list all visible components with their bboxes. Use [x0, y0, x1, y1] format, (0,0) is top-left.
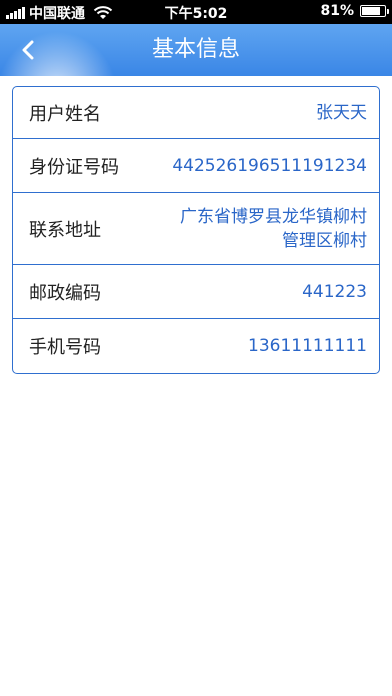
address-value: 广东省博罗县龙华镇柳村 管理区柳村 — [180, 205, 367, 253]
status-right: 81% — [320, 3, 389, 19]
info-row-id-number: 身份证号码 442526196511191234 — [13, 139, 379, 193]
info-row-postcode: 邮政编码 441223 — [13, 265, 379, 319]
id-number-value: 442526196511191234 — [172, 155, 367, 176]
address-label: 联系地址 — [29, 219, 101, 241]
page-title: 基本信息 — [151, 37, 240, 62]
info-card: 用户姓名 张天天 身份证号码 442526196511191234 联系地址 广… — [12, 86, 380, 374]
status-bar: 中国联通 下午5:02 81% — [0, 0, 392, 24]
address-line-1: 广东省博罗县龙华镇柳村 — [180, 206, 367, 227]
info-row-phone: 手机号码 13611111111 — [13, 319, 379, 373]
battery-icon — [360, 5, 389, 17]
id-number-label: 身份证号码 — [29, 156, 119, 178]
name-value: 张天天 — [316, 102, 367, 123]
battery-percent: 81% — [320, 3, 354, 19]
address-line-2: 管理区柳村 — [282, 230, 367, 251]
postcode-label: 邮政编码 — [29, 282, 101, 304]
name-label: 用户姓名 — [29, 103, 101, 125]
postcode-value: 441223 — [302, 281, 367, 302]
navigation-bar: 基本信息 — [0, 24, 392, 76]
info-row-name: 用户姓名 张天天 — [13, 87, 379, 139]
info-row-address: 联系地址 广东省博罗县龙华镇柳村 管理区柳村 — [13, 193, 379, 265]
phone-label: 手机号码 — [29, 337, 101, 358]
phone-value: 13611111111 — [248, 336, 367, 356]
